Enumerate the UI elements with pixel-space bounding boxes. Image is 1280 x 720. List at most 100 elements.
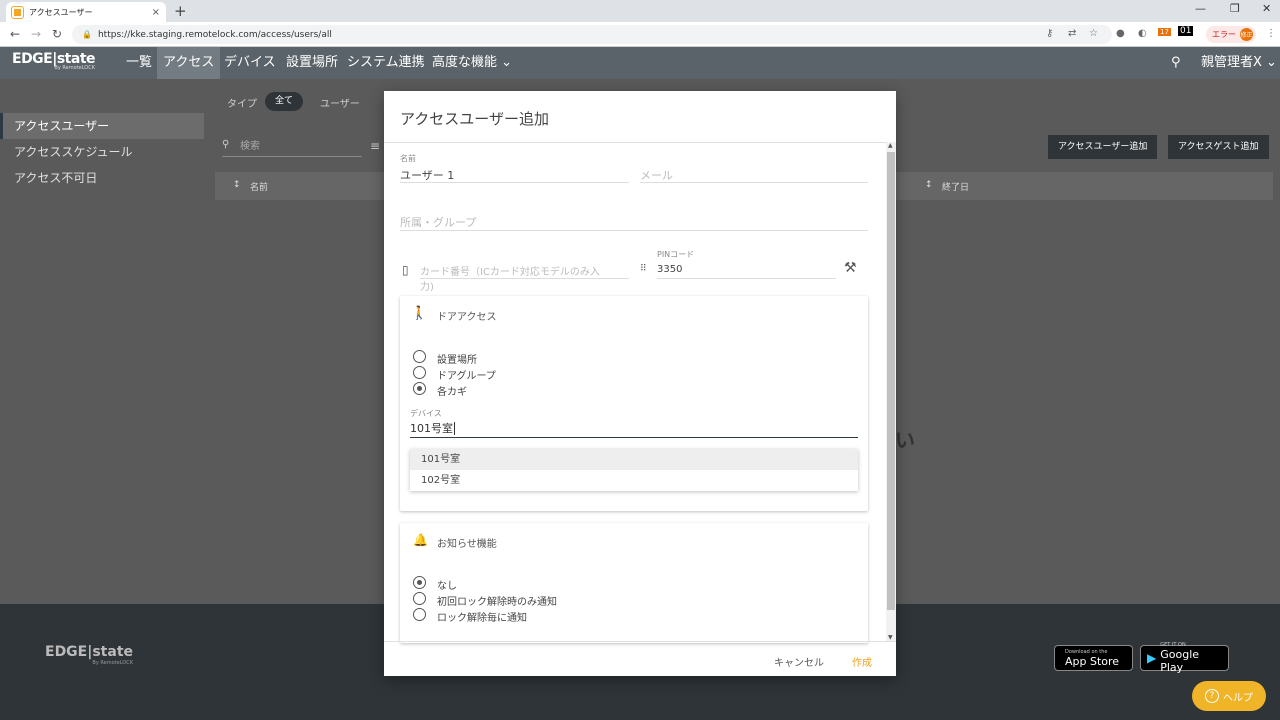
radio-location[interactable]: [413, 350, 426, 363]
radio-each-key-label: 各カギ: [437, 387, 467, 398]
add-access-user-button[interactable]: アクセスユーザー追加: [1048, 135, 1158, 159]
google-play-button[interactable]: ▶ GET IT ON Google Play: [1140, 642, 1229, 674]
star-icon[interactable]: ☆: [1089, 28, 1098, 39]
restore-icon[interactable]: ❐: [1230, 2, 1240, 15]
filter-all[interactable]: 全て: [265, 92, 303, 111]
group-field[interactable]: 所属・グループ: [400, 212, 868, 231]
close-window-icon[interactable]: ✕: [1262, 2, 1271, 15]
extension-icon[interactable]: ◐: [1138, 28, 1147, 39]
translate-icon[interactable]: ⇄: [1068, 28, 1076, 39]
door-access-title: ドアアクセス: [437, 312, 497, 323]
minimize-icon[interactable]: —: [1195, 2, 1206, 15]
edge-state-logo[interactable]: EDGE|state By RemoteLOCK: [12, 51, 96, 71]
name-value: ユーザー 1: [400, 169, 455, 182]
back-icon[interactable]: ←: [10, 27, 20, 41]
filter-icon[interactable]: ≡: [370, 139, 380, 153]
footer-logo: EDGE|state By RemoteLOCK: [45, 644, 133, 666]
address-bar[interactable]: 🔒 https://kke.staging.remotelock.com/acc…: [72, 25, 1112, 44]
user-name: 親管理者X: [1201, 55, 1262, 70]
name-field[interactable]: ユーザー 1: [400, 165, 629, 183]
radio-none-label: なし: [437, 581, 457, 592]
device-value: 101号室: [410, 422, 453, 435]
device-suggestions: 101号室 102号室: [410, 449, 858, 491]
sidebar-item-blackout-days[interactable]: アクセス不可日: [0, 165, 204, 191]
error-label: エラー: [1212, 30, 1236, 39]
scroll-thumb[interactable]: [887, 152, 895, 610]
create-button[interactable]: 作成: [852, 654, 872, 669]
profile-error-badge[interactable]: エラー 修正: [1206, 26, 1256, 43]
filter-user[interactable]: ユーザー: [320, 95, 360, 110]
nav-advanced-label: 高度な機能: [432, 55, 498, 70]
magic-wand-icon[interactable]: ⚒: [844, 260, 857, 276]
nav-locations[interactable]: 設置場所: [280, 47, 344, 79]
radio-first-unlock[interactable]: [413, 592, 426, 605]
app-store-label: App Store: [1065, 654, 1120, 668]
pin-label: PINコード: [657, 250, 695, 259]
chevron-down-icon: ⌄: [501, 55, 513, 70]
nav-dashboard[interactable]: 一覧: [120, 47, 158, 79]
extension-badge-icon[interactable]: 17: [1158, 28, 1171, 36]
search-icon[interactable]: ⚲: [1171, 47, 1181, 79]
card-placeholder: カード番号（ICカード対応モデルのみ入: [420, 267, 600, 278]
radio-door-group[interactable]: [413, 366, 426, 379]
tab-title: アクセスユーザー: [29, 7, 93, 17]
search-placeholder: 検索: [240, 141, 260, 152]
menu-kebab-icon[interactable]: ⋮: [1266, 28, 1276, 39]
new-tab-button[interactable]: +: [174, 2, 187, 20]
device-input[interactable]: 101号室: [410, 420, 858, 438]
radio-each-key[interactable]: [413, 382, 426, 395]
app-store-button[interactable]: Download on the App Store: [1054, 645, 1133, 671]
column-end-date[interactable]: 終了日: [942, 180, 969, 193]
footer-logo-sub: By RemoteLOCK: [92, 660, 134, 666]
radio-door-group-label: ドアグループ: [437, 371, 496, 382]
help-button[interactable]: ? ヘルプ: [1192, 681, 1266, 711]
favicon-icon: [11, 5, 24, 19]
scroll-down-icon[interactable]: ▼: [888, 634, 893, 641]
nav-advanced[interactable]: 高度な機能 ⌄: [426, 47, 518, 79]
reload-icon[interactable]: ↻: [52, 27, 62, 41]
add-access-guest-button[interactable]: アクセスゲスト追加: [1168, 135, 1269, 159]
sort-icon[interactable]: ↕: [925, 180, 933, 190]
name-label: 名前: [400, 154, 416, 163]
sort-icon[interactable]: ↕: [233, 180, 241, 190]
radio-every-unlock[interactable]: [413, 608, 426, 621]
nav-devices[interactable]: デバイス: [218, 47, 282, 79]
email-field[interactable]: メール: [640, 165, 868, 183]
chevron-down-icon: ⌄: [1266, 55, 1277, 70]
key-icon[interactable]: ⚷: [1046, 28, 1053, 39]
keypad-icon: ⠿: [640, 264, 647, 274]
nav-access[interactable]: アクセス: [157, 47, 221, 79]
group-placeholder: 所属・グループ: [400, 216, 477, 229]
radio-none[interactable]: [413, 576, 426, 589]
sidebar-item-access-schedule[interactable]: アクセススケジュール: [0, 139, 204, 165]
dialog-scrollbar[interactable]: ▲ ▼: [886, 142, 896, 641]
pin-field[interactable]: 3350: [657, 261, 836, 279]
walking-person-icon: 🚶: [411, 306, 428, 321]
notification-title: お知らせ機能: [437, 539, 497, 550]
column-name[interactable]: 名前: [250, 180, 268, 193]
suggestion-item[interactable]: 102号室: [410, 470, 858, 491]
browser-tab[interactable]: アクセスユーザー ×: [6, 2, 166, 22]
card-number-field[interactable]: カード番号（ICカード対応モデルのみ入: [420, 261, 629, 279]
search-input[interactable]: ⚲ 検索: [222, 137, 362, 157]
device-label: デバイス: [410, 409, 442, 418]
dialog-footer-divider: [384, 641, 896, 642]
avatar: 修正: [1240, 28, 1253, 41]
google-play-label: Google Play: [1160, 648, 1200, 674]
extension-icon[interactable]: ●: [1116, 28, 1125, 39]
empty-state-text: い: [895, 428, 915, 452]
extension-01-icon[interactable]: 01: [1178, 26, 1194, 36]
cancel-button[interactable]: キャンセル: [774, 654, 824, 669]
suggestion-item[interactable]: 101号室: [410, 449, 858, 470]
card-reader-icon: ▯: [402, 263, 409, 277]
lock-icon: 🔒: [82, 30, 92, 39]
tab-close-icon[interactable]: ×: [152, 7, 160, 18]
play-icon: ▶: [1147, 651, 1157, 665]
nav-integrations[interactable]: システム連携: [341, 47, 431, 79]
scroll-up-icon[interactable]: ▲: [888, 142, 893, 149]
forward-icon[interactable]: →: [31, 27, 41, 41]
user-menu[interactable]: 親管理者X ⌄: [1201, 47, 1277, 79]
url-text: https://kke.staging.remotelock.com/acces…: [97, 29, 332, 40]
search-icon: ⚲: [222, 139, 230, 150]
sidebar-item-access-users[interactable]: アクセスユーザー: [0, 113, 204, 139]
